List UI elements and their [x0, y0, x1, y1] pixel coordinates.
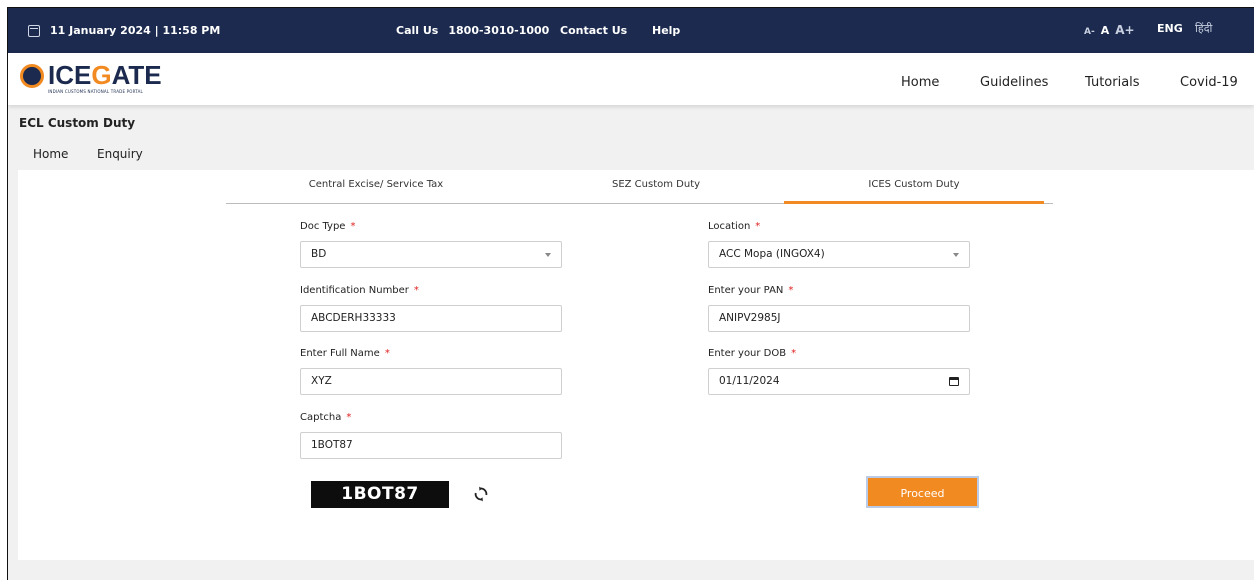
required-mark: *	[788, 285, 794, 296]
required-mark: *	[791, 348, 797, 359]
call-us[interactable]: Call Us 1800-3010-1000	[396, 24, 549, 37]
call-us-number[interactable]: 1800-3010-1000	[448, 24, 549, 37]
browser-frame: 11 January 2024 | 11:58 PM Call Us 1800-…	[7, 7, 1254, 580]
top-utility-bar: 11 January 2024 | 11:58 PM Call Us 1800-…	[8, 8, 1254, 53]
location-value: ACC Mopa (INGOX4)	[719, 248, 825, 260]
dob-value: 01/11/2024	[719, 375, 780, 387]
font-increase-button[interactable]: A+	[1115, 23, 1134, 37]
id-number-input[interactable]: ABCDERH33333	[300, 305, 562, 332]
page-title: ECL Custom Duty	[19, 116, 136, 130]
datetime-text: 11 January 2024 | 11:58 PM	[50, 24, 221, 37]
emblem-icon	[20, 64, 44, 88]
icegate-logo[interactable]: ICEGATE INDIAN CUSTOMS NATIONAL TRADE PO…	[20, 62, 162, 94]
site-header: ICEGATE INDIAN CUSTOMS NATIONAL TRADE PO…	[8, 53, 1254, 105]
chevron-down-icon	[545, 253, 551, 257]
pan-input[interactable]: ANIPV2985J	[708, 305, 970, 332]
chevron-down-icon	[953, 253, 959, 257]
duty-tabs: Central Excise/ Service Tax SEZ Custom D…	[226, 170, 1053, 204]
full-name-label: Enter Full Name *	[300, 348, 390, 359]
nav-guidelines[interactable]: Guidelines	[980, 75, 1048, 90]
font-normal-button[interactable]: A	[1101, 24, 1110, 37]
location-select[interactable]: ACC Mopa (INGOX4)	[708, 241, 970, 268]
nav-tutorials[interactable]: Tutorials	[1085, 75, 1140, 90]
call-us-label: Call Us	[396, 24, 439, 37]
enquiry-panel: Central Excise/ Service Tax SEZ Custom D…	[18, 170, 1254, 560]
subnav-home[interactable]: Home	[33, 147, 68, 161]
calendar-picker-icon[interactable]	[949, 377, 959, 386]
location-label: Location *	[708, 221, 761, 232]
captcha-input[interactable]: 1BOT87	[300, 432, 562, 459]
help-link[interactable]: Help	[652, 24, 680, 37]
proceed-button[interactable]: Proceed	[866, 476, 979, 508]
id-number-label: Identification Number *	[300, 285, 419, 296]
captcha-label: Captcha *	[300, 412, 352, 423]
required-mark: *	[384, 348, 390, 359]
refresh-icon[interactable]	[473, 486, 489, 502]
required-mark: *	[755, 221, 761, 232]
tab-central-excise[interactable]: Central Excise/ Service Tax	[226, 170, 526, 204]
pan-label: Enter your PAN *	[708, 285, 794, 296]
tab-sez-custom-duty[interactable]: SEZ Custom Duty	[526, 170, 786, 204]
date-display: 11 January 2024 | 11:58 PM	[28, 24, 220, 37]
tab-ices-custom-duty[interactable]: ICES Custom Duty	[784, 170, 1044, 204]
calendar-icon	[28, 24, 40, 37]
required-mark: *	[346, 412, 352, 423]
doc-type-label: Doc Type *	[300, 221, 356, 232]
contact-us-link[interactable]: Contact Us	[560, 24, 627, 37]
font-size-controls: A- A A+	[1084, 23, 1135, 37]
captcha-image: 1BOT87	[311, 481, 449, 508]
doc-type-value: BD	[311, 248, 327, 260]
nav-home[interactable]: Home	[901, 75, 939, 90]
language-hindi-button[interactable]: हिंदी	[1195, 21, 1212, 36]
full-name-input[interactable]: XYZ	[300, 368, 562, 395]
dob-label: Enter your DOB *	[708, 348, 797, 359]
logo-wordmark: ICEGATE	[48, 60, 162, 90]
nav-covid-19[interactable]: Covid-19	[1180, 75, 1238, 90]
required-mark: *	[413, 285, 419, 296]
dob-input[interactable]: 01/11/2024	[708, 368, 970, 395]
logo-text: ICEGATE INDIAN CUSTOMS NATIONAL TRADE PO…	[48, 62, 162, 94]
subnav-enquiry[interactable]: Enquiry	[97, 147, 143, 161]
doc-type-select[interactable]: BD	[300, 241, 562, 268]
required-mark: *	[350, 221, 356, 232]
font-decrease-button[interactable]: A-	[1084, 27, 1095, 37]
language-english-button[interactable]: ENG	[1157, 22, 1183, 35]
